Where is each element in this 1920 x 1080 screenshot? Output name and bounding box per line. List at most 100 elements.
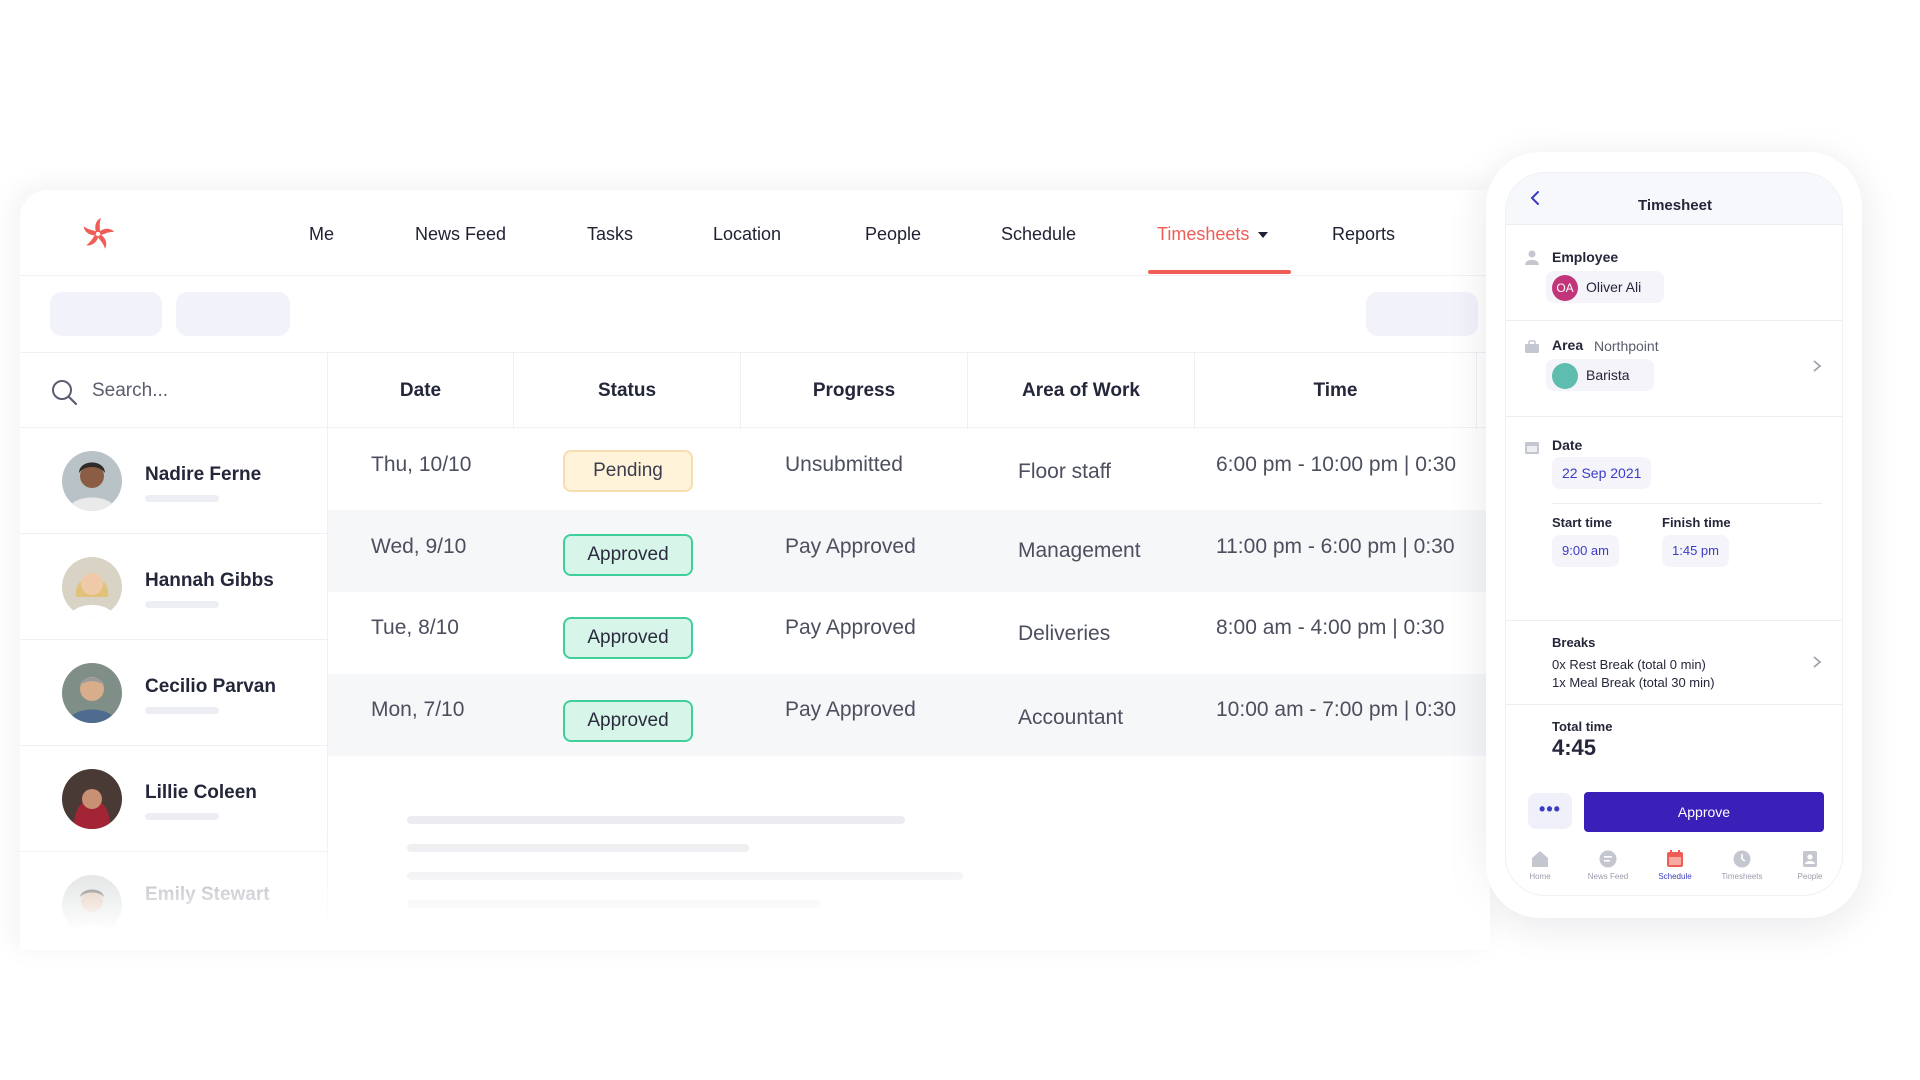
nav-item-news-feed[interactable]: News Feed: [415, 224, 506, 245]
column-header-area-of-work[interactable]: Area of Work: [968, 353, 1195, 429]
tab-schedule[interactable]: Schedule: [1641, 849, 1709, 881]
asterisk-logo-icon[interactable]: [80, 216, 116, 252]
person-row[interactable]: Cecilio Parvan: [20, 640, 328, 746]
cell-date: Wed, 9/10: [371, 535, 467, 558]
finish-time-chip[interactable]: 1:45 pm: [1662, 535, 1729, 567]
nav-item-timesheets-label: Timesheets: [1157, 224, 1250, 244]
table-row[interactable]: Wed, 9/10 Approved Pay Approved Manageme…: [328, 510, 1490, 592]
avatar: [62, 451, 122, 511]
column-header-status[interactable]: Status: [514, 353, 741, 429]
clock-icon: [1733, 850, 1751, 868]
start-time-chip[interactable]: 9:00 am: [1552, 535, 1619, 567]
active-tab-indicator: [1148, 270, 1291, 274]
search-bar: [20, 352, 328, 428]
tab-timesheets[interactable]: Timesheets: [1708, 849, 1776, 881]
cell-time: 6:00 pm - 10:00 pm | 0:30: [1216, 453, 1457, 476]
cell-area: Floor staff: [1018, 460, 1111, 483]
table-row[interactable]: Thu, 10/10 Pending Unsubmitted Floor sta…: [328, 428, 1490, 510]
person-subtext-placeholder: [145, 495, 219, 502]
cell-progress: Pay Approved: [785, 535, 916, 558]
person-name: Lillie Coleen: [145, 782, 257, 803]
column-header-progress[interactable]: Progress: [741, 353, 968, 429]
nav-item-tasks[interactable]: Tasks: [587, 224, 633, 245]
tab-people-label: People: [1797, 872, 1823, 881]
action-pill[interactable]: [1366, 292, 1478, 336]
chevron-right-icon[interactable]: [1812, 655, 1822, 669]
cell-date: Mon, 7/10: [371, 698, 465, 721]
date-chip[interactable]: 22 Sep 2021: [1552, 457, 1652, 489]
date-section: Date 22 Sep 2021 Start time 9:00 am Fini…: [1506, 417, 1842, 621]
employee-name: Oliver Ali: [1586, 279, 1642, 295]
people-list: Nadire Ferne Hannah Gibbs Cecilio Parvan…: [20, 352, 328, 950]
person-subtext-placeholder: [145, 707, 219, 714]
tab-home[interactable]: Home: [1506, 849, 1574, 881]
column-header-time[interactable]: Time: [1195, 353, 1477, 429]
nav-item-reports[interactable]: Reports: [1332, 224, 1395, 245]
breaks-section[interactable]: Breaks 0x Rest Break (total 0 min) 1x Me…: [1506, 621, 1842, 705]
cell-area: Accountant: [1018, 706, 1124, 729]
cell-time: 8:00 am - 4:00 pm | 0:30: [1216, 616, 1445, 639]
breaks-label: Breaks: [1552, 635, 1596, 650]
nav-item-location[interactable]: Location: [713, 224, 781, 245]
avatar: [62, 557, 122, 617]
calendar-icon: [1525, 442, 1539, 454]
person-name: Hannah Gibbs: [145, 570, 274, 591]
person-row[interactable]: Emily Stewart: [20, 852, 328, 950]
mobile-timesheet-screen: Timesheet Employee OA Oliver Ali Area No…: [1505, 172, 1843, 896]
finish-time-label: Finish time: [1662, 515, 1731, 530]
approve-button[interactable]: Approve: [1584, 792, 1824, 832]
tab-schedule-label: Schedule: [1658, 872, 1692, 881]
avatar: [62, 769, 122, 829]
area-role-chip: Barista: [1546, 359, 1654, 391]
skeleton-line: [407, 844, 749, 852]
table-row[interactable]: Mon, 7/10 Approved Pay Approved Accounta…: [328, 674, 1490, 756]
start-time-label: Start time: [1552, 515, 1612, 530]
cell-progress: Unsubmitted: [785, 453, 903, 476]
person-row[interactable]: Lillie Coleen: [20, 746, 328, 852]
desktop-app-window: Me News Feed Tasks Location People Sched…: [20, 190, 1490, 950]
nav-item-timesheets[interactable]: Timesheets: [1157, 224, 1269, 245]
home-icon: [1532, 851, 1548, 867]
status-badge-approved: Approved: [563, 700, 693, 742]
area-label: Area: [1552, 337, 1584, 353]
divider: [1552, 503, 1822, 504]
person-row[interactable]: Hannah Gibbs: [20, 534, 328, 640]
cell-date: Tue, 8/10: [371, 616, 459, 639]
status-badge-approved: Approved: [563, 534, 693, 576]
column-header-date[interactable]: Date: [328, 353, 514, 429]
cell-time: 10:00 am - 7:00 pm | 0:30: [1216, 698, 1457, 721]
cell-area: Deliveries: [1018, 622, 1111, 645]
person-icon: [1525, 250, 1539, 265]
caret-down-icon: [1258, 232, 1269, 239]
table-row[interactable]: Tue, 8/10 Approved Pay Approved Deliveri…: [328, 592, 1490, 674]
chevron-right-icon[interactable]: [1812, 359, 1822, 373]
search-input[interactable]: [92, 375, 312, 407]
filter-pill-2[interactable]: [176, 292, 290, 336]
person-subtext-placeholder: [145, 601, 219, 608]
tab-timesheets-label: Timesheets: [1721, 872, 1763, 881]
briefcase-icon: [1525, 340, 1539, 353]
employee-chip[interactable]: OA Oliver Ali: [1546, 271, 1664, 303]
more-options-button[interactable]: •••: [1528, 793, 1572, 829]
cell-time: 11:00 pm - 6:00 pm | 0:30: [1216, 535, 1455, 558]
nav-item-schedule[interactable]: Schedule: [1001, 224, 1076, 245]
calendar-icon: [1667, 850, 1683, 867]
employee-label: Employee: [1552, 249, 1619, 265]
mobile-header: Timesheet: [1506, 173, 1842, 225]
cell-progress: Pay Approved: [785, 616, 916, 639]
person-subtext-placeholder: [145, 813, 219, 820]
person-name: Emily Stewart: [145, 884, 270, 905]
status-badge-pending: Pending: [563, 450, 693, 492]
nav-item-people[interactable]: People: [865, 224, 921, 245]
person-name: Nadire Ferne: [145, 464, 262, 485]
skeleton-line: [407, 872, 963, 880]
area-section[interactable]: Area Northpoint Barista: [1506, 321, 1842, 417]
filter-pill-1[interactable]: [50, 292, 162, 336]
nav-item-me[interactable]: Me: [309, 224, 334, 245]
employee-section: Employee OA Oliver Ali: [1506, 225, 1842, 321]
tab-people[interactable]: People: [1776, 849, 1842, 881]
tab-news-feed[interactable]: News Feed: [1574, 849, 1642, 881]
employee-initials-avatar: OA: [1552, 275, 1578, 301]
person-row[interactable]: Nadire Ferne: [20, 428, 328, 534]
total-time-label: Total time: [1552, 719, 1613, 734]
